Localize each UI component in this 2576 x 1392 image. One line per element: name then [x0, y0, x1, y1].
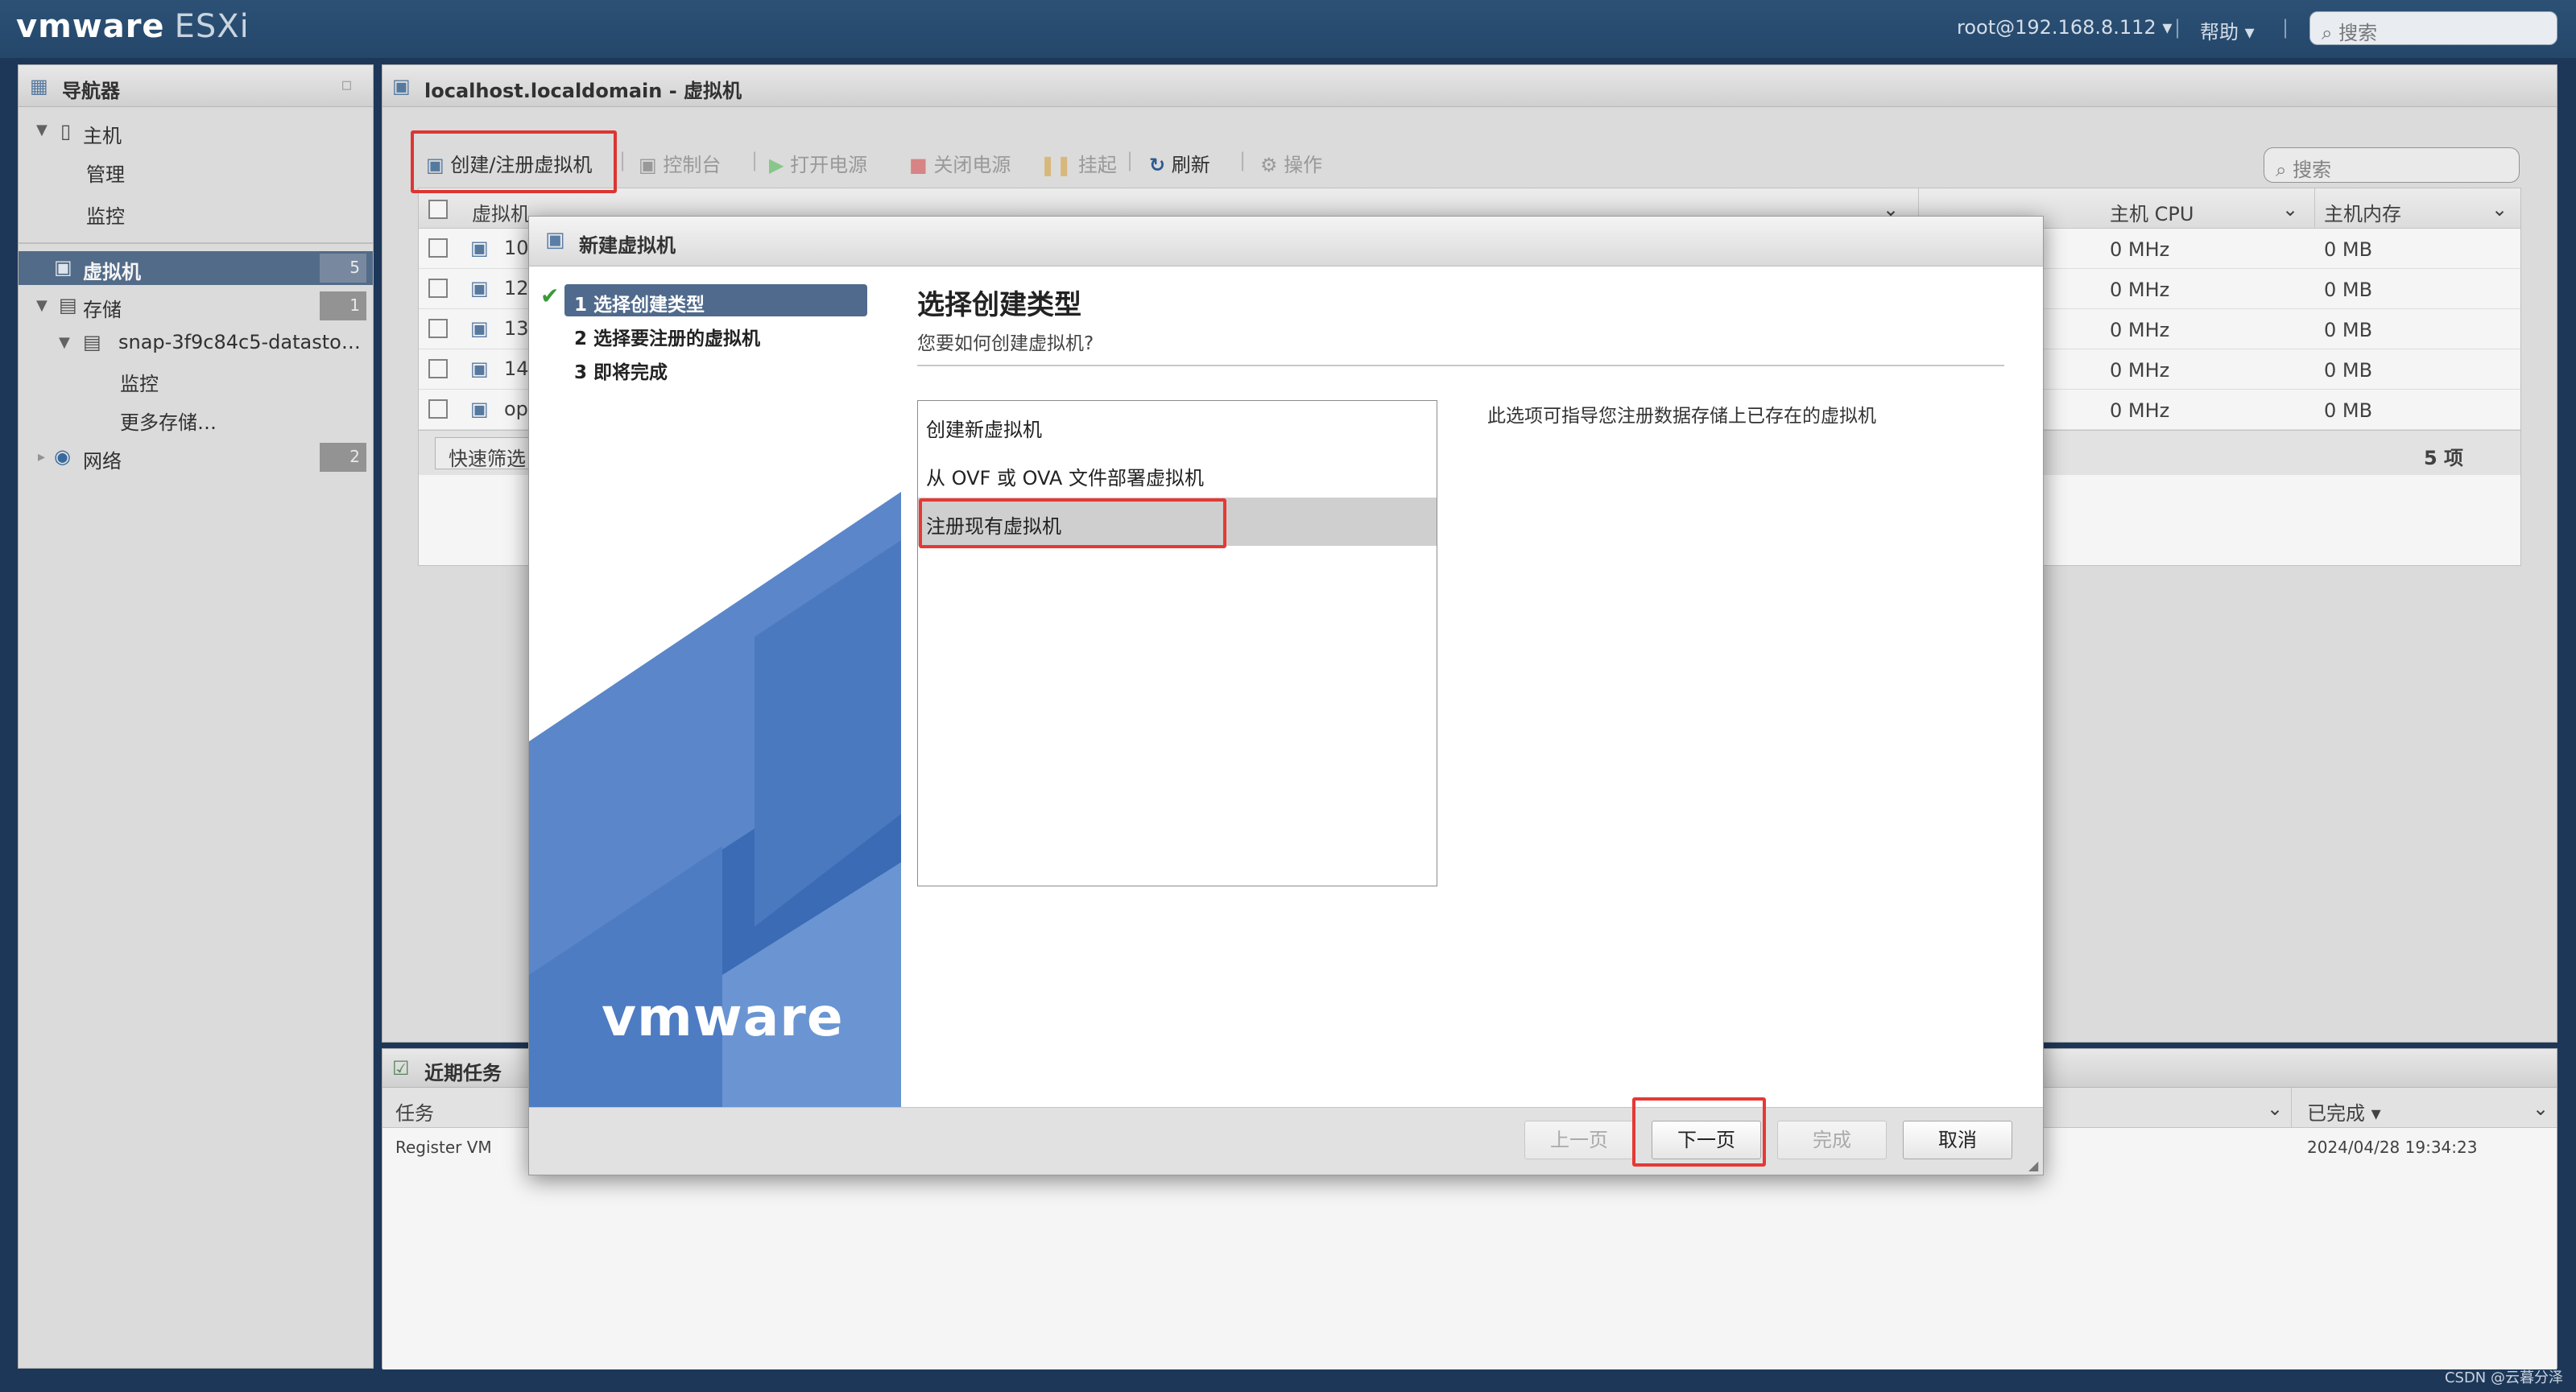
cancel-button[interactable]: 取消: [1903, 1121, 2012, 1159]
step-heading: 选择创建类型: [917, 289, 1081, 321]
help-menu[interactable]: 帮助 ▾: [2200, 16, 2255, 44]
search-icon: ⌕: [2322, 22, 2333, 44]
wizard-step[interactable]: 3 即将完成: [574, 357, 668, 384]
dialog-footer: 上一页 下一页 完成 取消 ◢: [529, 1107, 2043, 1175]
creation-type-list: 创建新虚拟机 从 OVF 或 OVA 文件部署虚拟机 注册现有虚拟机: [917, 400, 1437, 886]
vmware-banner-graphic: [529, 492, 901, 1107]
check-icon: ✔: [540, 283, 560, 309]
highlight-box: [919, 498, 1226, 548]
divider: |: [2174, 16, 2181, 39]
resize-handle-icon[interactable]: ◢: [2028, 1158, 2038, 1173]
vmware-logo: vmware: [602, 986, 844, 1048]
vmware-esxi-logo: vmware ESXi: [16, 8, 250, 45]
dialog-title: 新建虚拟机: [579, 234, 676, 257]
wizard-step-active[interactable]: 1 选择创建类型: [564, 284, 867, 316]
highlight-box: [1632, 1097, 1766, 1167]
back-button[interactable]: 上一页: [1524, 1121, 1634, 1159]
user-menu[interactable]: root@192.168.8.112 ▾: [1957, 16, 2172, 39]
option-create-new-vm[interactable]: 创建新虚拟机: [918, 401, 1437, 449]
wizard-step[interactable]: 2 选择要注册的虚拟机: [574, 323, 760, 350]
step-subheading: 您要如何创建虚拟机?: [917, 333, 1094, 354]
divider: [917, 365, 2004, 366]
finish-button[interactable]: 完成: [1777, 1121, 1887, 1159]
option-description: 此选项可指导您注册数据存储上已存在的虚拟机: [1487, 406, 1876, 427]
wizard-steps-panel: ✔ 1 选择创建类型 2 选择要注册的虚拟机 3 即将完成 vmware: [529, 266, 901, 1107]
dialog-header: ▣ 新建虚拟机: [529, 217, 2043, 266]
option-deploy-ovf-ova[interactable]: 从 OVF 或 OVA 文件部署虚拟机: [918, 449, 1437, 498]
new-vm-dialog: ▣ 新建虚拟机 ✔ 1 选择创建类型 2 选择要注册的虚拟机 3 即将完成 vm…: [528, 216, 2044, 1175]
watermark-credit: CSDN @云暮分泽: [2444, 1369, 2563, 1386]
new-vm-icon: ▣: [545, 228, 565, 252]
global-search-input[interactable]: ⌕ 搜索: [2309, 11, 2557, 45]
top-bar: vmware ESXi root@192.168.8.112 ▾ | 帮助 ▾ |…: [0, 0, 2576, 58]
divider: |: [2282, 16, 2289, 39]
